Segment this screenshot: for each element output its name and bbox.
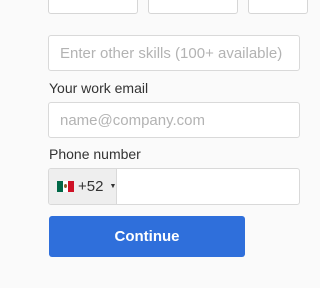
caret-down-icon: ▼ bbox=[109, 183, 117, 190]
phone-number-input[interactable] bbox=[117, 169, 299, 204]
country-code-selector[interactable]: +52 ▼ bbox=[49, 169, 118, 204]
country-code-label: +52 bbox=[78, 178, 104, 195]
phone-number-field: +52 ▼ bbox=[48, 168, 300, 205]
phone-number-label: Phone number bbox=[49, 146, 141, 162]
other-skills-input[interactable] bbox=[48, 35, 300, 71]
skill-option-box[interactable] bbox=[148, 0, 238, 14]
work-email-label: Your work email bbox=[49, 80, 149, 96]
continue-button[interactable]: Continue bbox=[49, 216, 245, 257]
mexico-flag-icon bbox=[57, 181, 75, 192]
work-email-input[interactable] bbox=[48, 102, 300, 138]
skill-option-box[interactable] bbox=[48, 0, 138, 14]
skill-option-box[interactable] bbox=[248, 0, 308, 14]
